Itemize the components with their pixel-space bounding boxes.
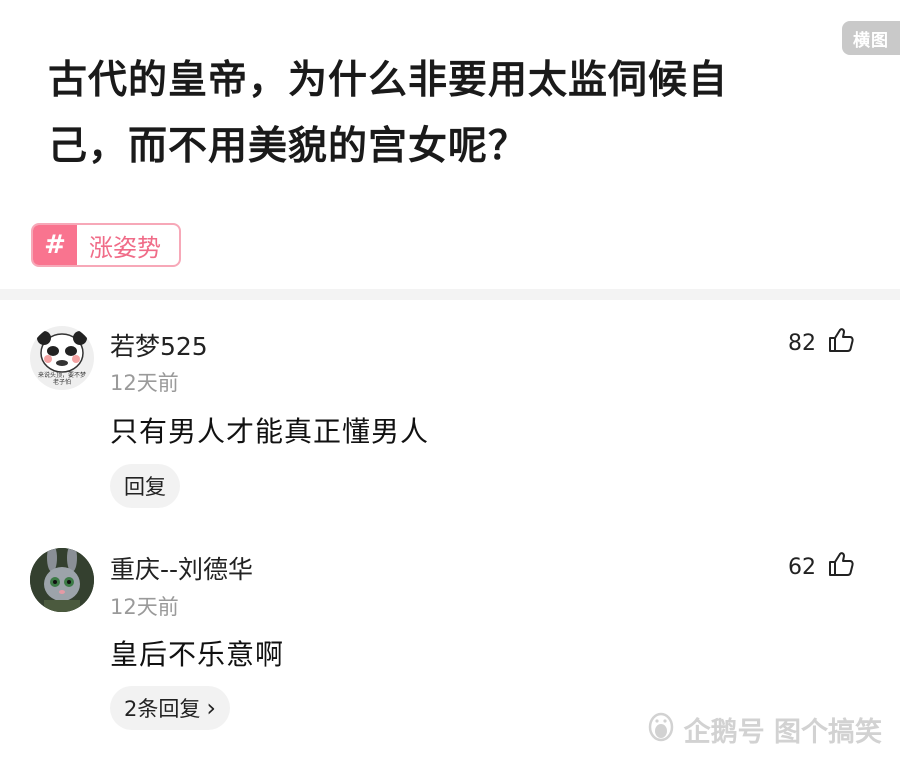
view-replies-button[interactable]: 2条回复 › [110,686,230,730]
comment-username[interactable]: 若梦525 [110,327,208,363]
thumbs-up-icon [828,551,854,583]
panda-meme-avatar[interactable]: 来说头顶，要不梦 老子怕 [30,326,94,390]
topic-tag[interactable]: # 涨姿势 [31,223,181,267]
comment-username[interactable]: 重庆--刘德华 [110,550,253,586]
comment-time: 12天前 [110,595,179,619]
like-button[interactable]: 62 [788,551,854,583]
penguin-icon [646,710,676,749]
bunny-cartoon-avatar[interactable] [30,548,94,612]
like-button[interactable]: 82 [788,327,854,359]
watermark-label: 企鹅号 图个搞笑 [683,717,882,748]
reply-button-label: 回复 [124,475,166,499]
article-title: 古代的皇帝，为什么非要用太监伺候自 己，而不用美貌的宫女呢？ [48,48,838,180]
reply-button[interactable]: 回复 [110,464,180,508]
comment-text: 只有男人才能真正懂男人 [110,415,430,448]
watermark: 企鹅号 图个搞笑 [646,710,882,749]
view-replies-label: 2条回复 [124,697,201,721]
thumbs-up-icon [828,327,854,359]
comment-text: 皇后不乐意啊 [110,638,285,671]
title-line-1: 古代的皇帝，为什么非要用太监伺候自 [48,58,729,103]
comment-time: 12天前 [110,371,179,395]
hashtag-icon: # [33,225,77,265]
chevron-right-icon: › [206,694,216,722]
like-count: 82 [788,330,816,356]
like-count: 62 [788,554,816,580]
landscape-badge[interactable]: 横图 [842,21,900,55]
section-divider [0,289,900,300]
avatar-caption-1: 来说头顶，要不梦 [37,372,86,379]
title-line-2: 己，而不用美貌的宫女呢？ [48,124,529,169]
topic-tag-label: 涨姿势 [89,233,161,262]
avatar-caption-2: 老子怕 [52,379,71,386]
